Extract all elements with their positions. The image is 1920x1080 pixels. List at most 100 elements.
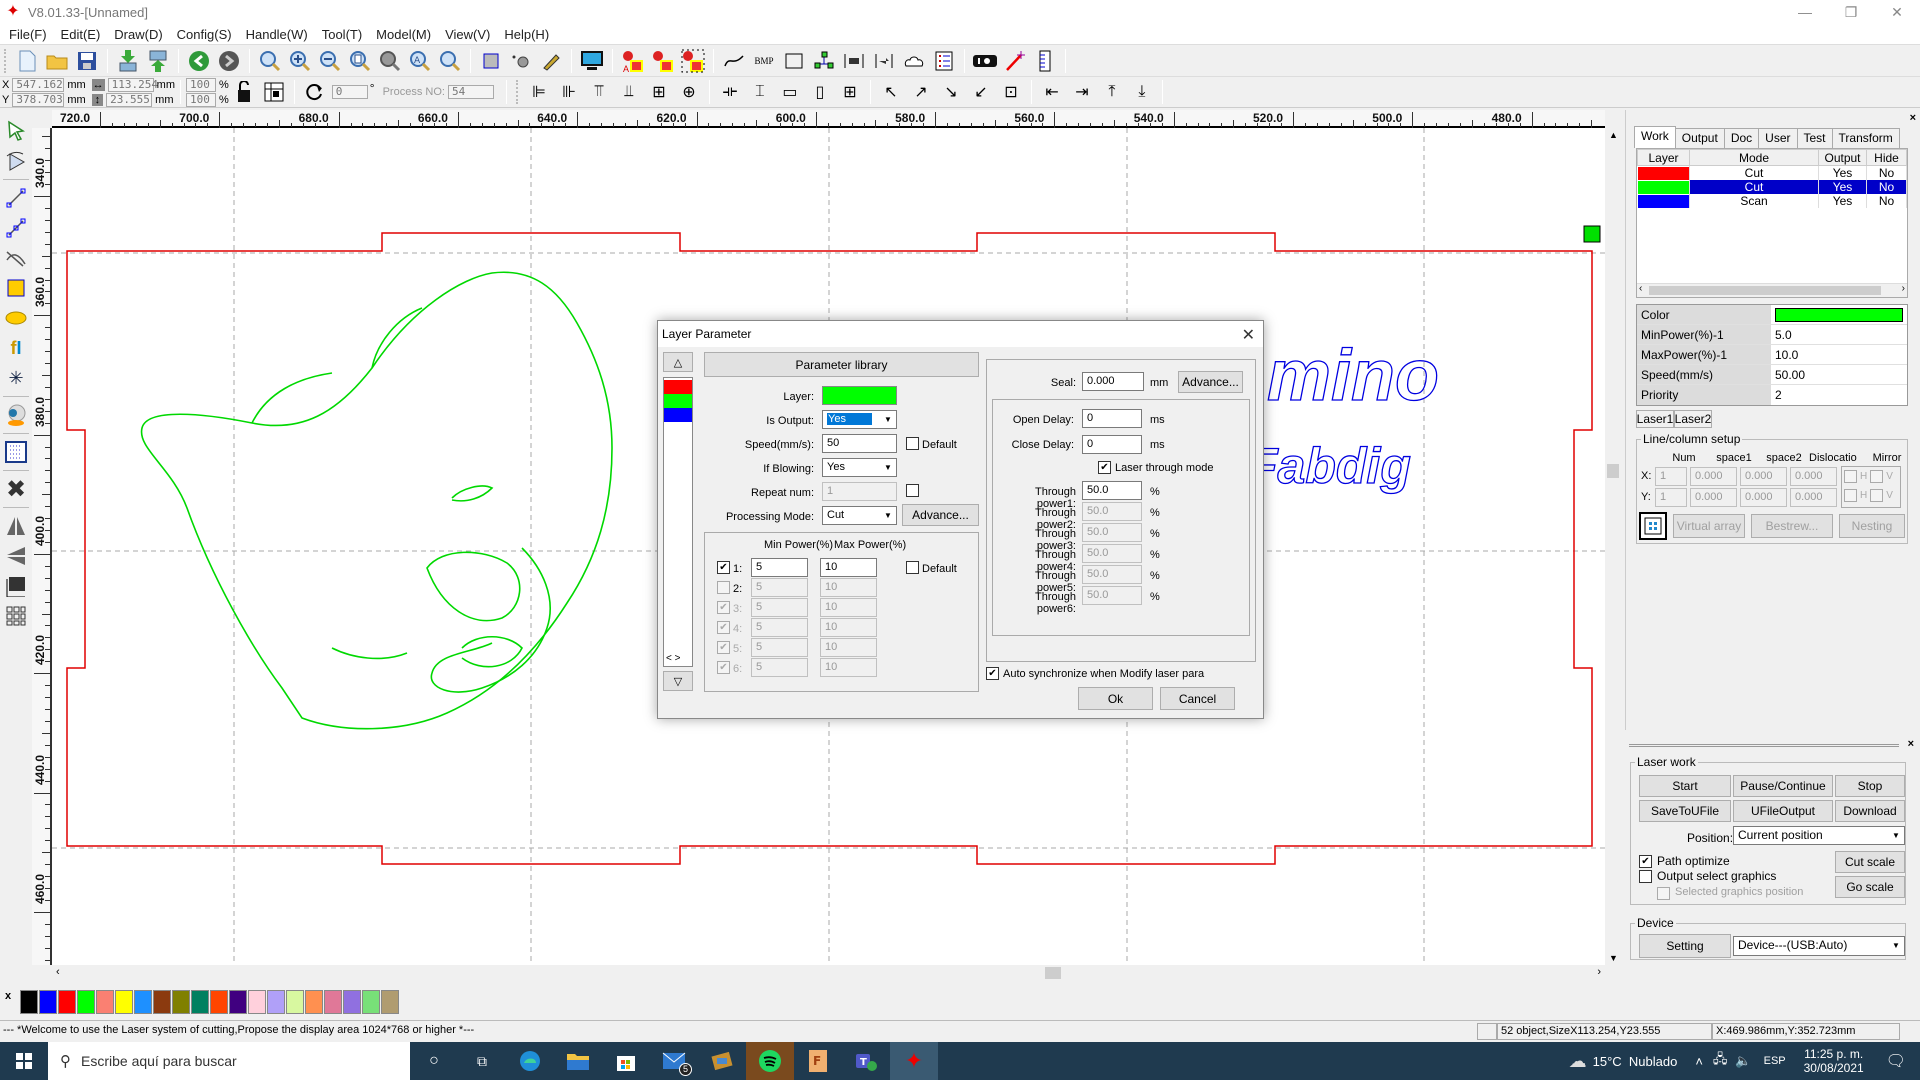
column-header-hide[interactable]: Hide [1866,149,1907,166]
save-to-ufile-button[interactable]: SaveToUFile [1639,800,1731,822]
layer-row[interactable]: Scan Yes No [1637,194,1907,208]
align-left-icon[interactable]: ⊫ [526,79,552,105]
weather-text[interactable]: 15°C Nublado [1593,1054,1678,1069]
scroll-right-icon[interactable]: › [1597,966,1601,978]
zoom-page-icon[interactable] [347,48,373,74]
tab-laser2[interactable]: Laser2 [1674,410,1712,428]
line-tool-icon[interactable] [2,184,30,212]
property-value[interactable]: 50.00 [1771,365,1907,384]
pause-continue-button[interactable]: Pause/Continue [1733,775,1833,797]
node-icon[interactable] [508,48,534,74]
zoom-icon[interactable] [437,48,463,74]
tab-test[interactable]: Test [1796,128,1833,148]
layer-color-item[interactable] [664,408,692,422]
canvas-text-fabdig[interactable]: Fabdig [1246,437,1411,494]
laser-app-taskbar-icon[interactable]: ✦ [890,1042,938,1080]
palette-color-swatch[interactable] [343,990,361,1014]
seal-field[interactable]: 0.000 [1082,372,1144,391]
tab-transform[interactable]: Transform [1831,128,1900,148]
close-button[interactable]: ✕ [1874,0,1920,24]
max-power-field[interactable]: 10 [820,598,877,617]
property-value[interactable]: 2 [1771,385,1907,405]
palette-color-swatch[interactable] [267,990,285,1014]
color-swatch[interactable] [1775,308,1903,322]
language-indicator[interactable]: ESP [1764,1055,1786,1067]
scroll-down-icon[interactable]: ▼ [1609,953,1618,963]
selected-position-checkbox[interactable] [1657,887,1670,900]
layer-color-swatch[interactable] [822,386,897,405]
move-down-icon[interactable]: ⤓ [1129,79,1155,105]
menu-config[interactable]: Config(S) [170,27,239,42]
laser-pointer-icon[interactable] [1002,48,1028,74]
task-view-icon[interactable]: ⧉ [458,1042,506,1080]
y-dislocation-field[interactable]: 0.000 [1790,488,1837,507]
palette-color-swatch[interactable] [77,990,95,1014]
mirror-y-v-checkbox[interactable] [1870,489,1884,502]
layer-list-scroll[interactable]: < > [666,653,680,664]
through-power-field[interactable]: 50.0 [1082,523,1142,542]
tab-laser1[interactable]: Laser1 [1636,410,1674,428]
open-delay-field[interactable]: 0 [1082,409,1142,428]
maximize-button[interactable]: ❐ [1828,0,1874,24]
through-power-field[interactable]: 50.0 [1082,481,1142,500]
move-up-icon[interactable]: ⤒ [1099,79,1125,105]
min-power-field[interactable]: 5 [751,658,808,677]
curve-tool-icon[interactable] [2,244,30,272]
go-scale-button[interactable]: Go scale [1835,876,1905,898]
ruler-tool-icon[interactable] [1032,48,1058,74]
dropdown-arrow-icon[interactable]: ▼ [1888,827,1904,844]
clock[interactable]: 11:25 p. m. 30/08/2021 [1804,1047,1864,1075]
equal-spacing-h-icon[interactable]: ⟛ [717,79,743,105]
laser-through-checkbox[interactable]: ✔ [1098,461,1111,474]
if-blowing-select[interactable]: Yes ▼ [822,458,897,477]
cortana-icon[interactable]: ○ [410,1042,458,1080]
dropdown-arrow-icon[interactable]: ▼ [1888,937,1904,954]
delete-icon[interactable]: ✖ [2,475,30,503]
min-power-field[interactable]: 5 [751,638,808,657]
palette-color-swatch[interactable] [96,990,114,1014]
align-distance-icon[interactable] [841,48,867,74]
x-space2-field[interactable]: 0.000 [1740,467,1787,486]
palette-color-swatch[interactable] [248,990,266,1014]
menu-help[interactable]: Help(H) [497,27,556,42]
height-field[interactable]: 23.555 [106,92,153,107]
select-arrow-icon[interactable] [2,117,30,145]
align-center-h-icon[interactable]: ⊕ [676,79,702,105]
scroll-right-icon[interactable]: › [1902,283,1905,294]
x-space1-field[interactable]: 0.000 [1690,467,1737,486]
scale-x-field[interactable]: 100 [186,77,216,92]
same-size-icon[interactable]: ⊞ [837,79,863,105]
redo-icon[interactable] [216,48,242,74]
palette-color-swatch[interactable] [305,990,323,1014]
through-power-field[interactable]: 50.0 [1082,586,1142,605]
output-select-checkbox[interactable] [1639,870,1652,883]
max-power-field[interactable]: 10 [820,578,877,597]
lock-ratio-icon[interactable] [231,79,257,105]
scroll-left-icon[interactable]: ‹ [56,966,60,978]
stop-button[interactable]: Stop [1835,775,1905,797]
polyline-tool-icon[interactable] [2,214,30,242]
move-center-icon[interactable]: ⊡ [998,79,1024,105]
align-bottom-icon[interactable]: ⫫ [616,79,642,105]
menu-draw[interactable]: Draw(D) [107,27,169,42]
array-layout-icon[interactable] [650,48,676,74]
rotate-angle-field[interactable]: 0 [331,85,368,99]
new-file-icon[interactable] [14,48,40,74]
through-power-field[interactable]: 50.0 [1082,502,1142,521]
layer-up-button[interactable]: △ [663,352,693,372]
scroll-thumb[interactable] [1607,464,1619,478]
power-row-checkbox[interactable]: ✔ [717,661,730,674]
cloud-shape-icon[interactable] [901,48,927,74]
palette-color-swatch[interactable] [286,990,304,1014]
power-default-checkbox[interactable] [906,561,919,574]
move-top-right-icon[interactable]: ↗ [908,79,934,105]
weather-cloud-icon[interactable]: ☁ [1569,1051,1587,1072]
seal-advance-button[interactable]: Advance... [1178,371,1243,393]
vertical-scrollbar[interactable]: ▲ ▼ [1605,128,1621,965]
scroll-thumb[interactable] [1649,286,1881,295]
dropdown-arrow-icon[interactable]: ▼ [880,411,896,428]
power-row-checkbox[interactable]: ✔ [717,561,730,574]
dialog-title-bar[interactable]: Layer Parameter [658,321,1263,347]
palette-color-swatch[interactable] [20,990,38,1014]
cut-scale-button[interactable]: Cut scale [1835,851,1905,873]
